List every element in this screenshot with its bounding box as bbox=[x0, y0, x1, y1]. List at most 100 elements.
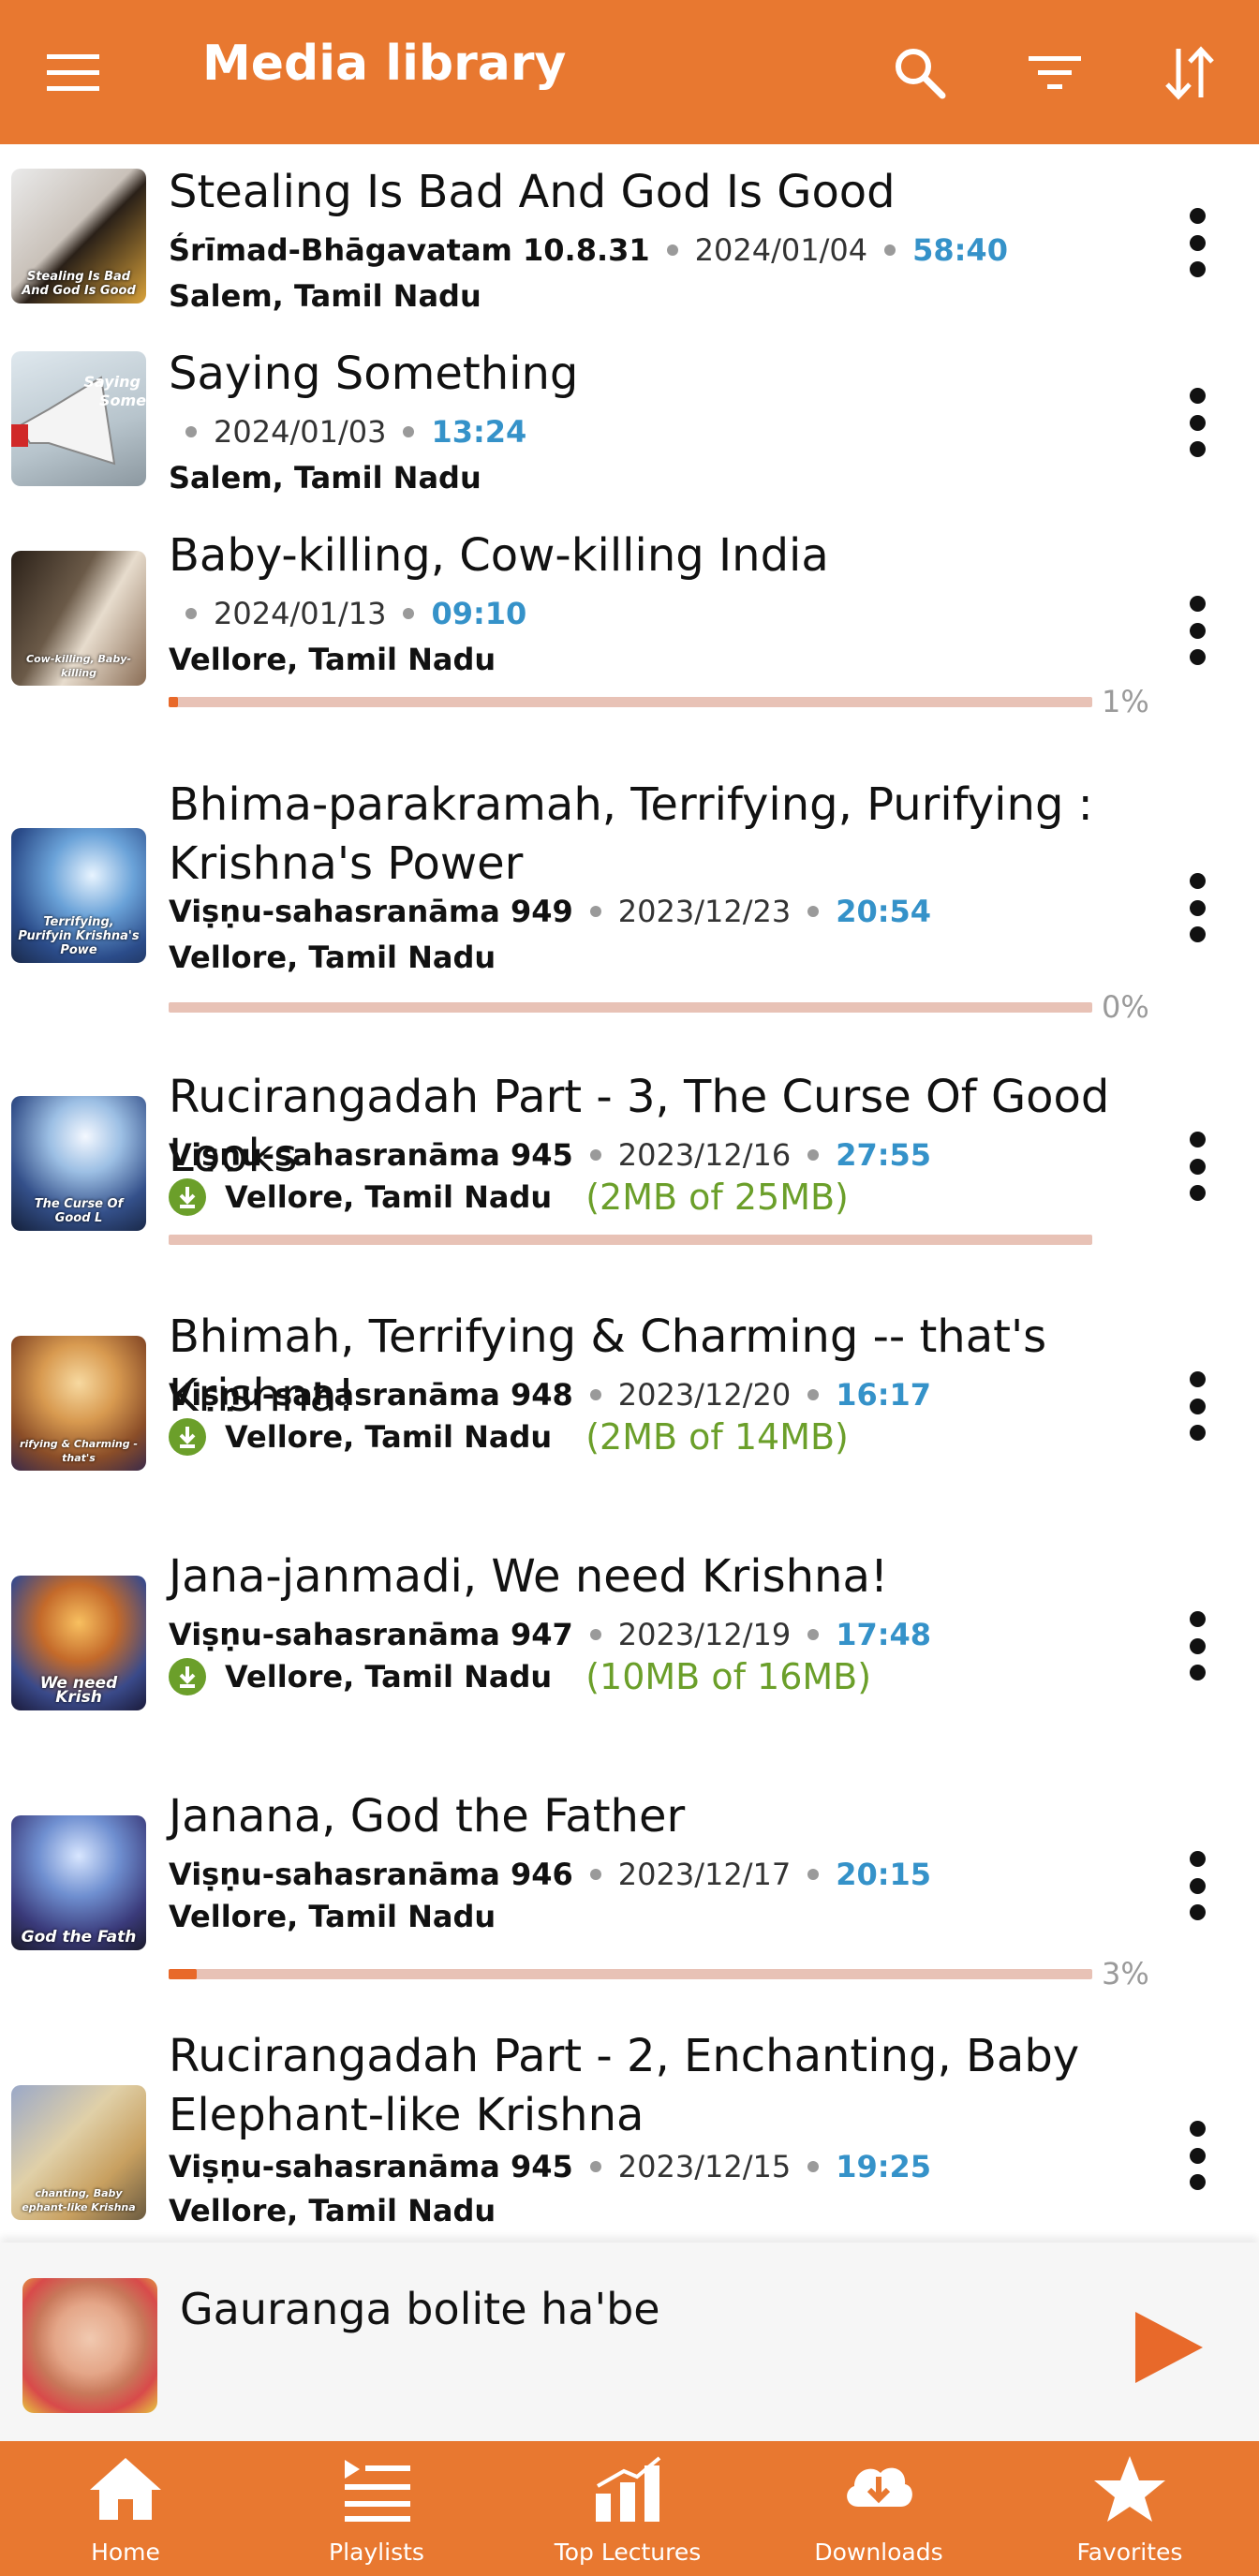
nav-label: Favorites bbox=[1076, 2539, 1183, 2566]
separator-dot bbox=[403, 608, 415, 619]
list-item[interactable]: Stealing Is Bad And God Is Good Stealing… bbox=[0, 144, 1259, 326]
sort-icon[interactable] bbox=[1152, 36, 1227, 111]
nav-label: Downloads bbox=[814, 2539, 943, 2566]
item-title: Jana-janmadi, We need Krishna! bbox=[169, 1550, 889, 1603]
progress-bar bbox=[169, 697, 1092, 707]
scripture-ref: Viṣṇu-sahasranāma 946 bbox=[169, 1857, 573, 1892]
scripture-ref: Viṣṇu-sahasranāma 945 bbox=[169, 2149, 573, 2184]
nav-playlists[interactable]: Playlists bbox=[251, 2441, 502, 2576]
item-duration: 09:10 bbox=[431, 596, 527, 631]
nav-favorites[interactable]: Favorites bbox=[1004, 2441, 1255, 2576]
thumbnail: Stealing Is Bad And God Is Good bbox=[11, 169, 146, 303]
progress-bar bbox=[169, 1002, 1092, 1013]
item-title: Bhima-parakramah, Terrifying, Purifying … bbox=[169, 778, 1093, 890]
item-duration: 19:25 bbox=[836, 2149, 932, 2184]
more-options-icon[interactable] bbox=[1169, 2113, 1225, 2198]
now-playing-title: Gauranga bolite ha'be bbox=[180, 2284, 660, 2334]
scripture-ref: Viṣṇu-sahasranāma 948 bbox=[169, 1377, 573, 1413]
separator-dot bbox=[185, 426, 197, 437]
item-duration: 20:15 bbox=[836, 1857, 932, 1892]
thumbnail: rifying & Charming - that's bbox=[11, 1336, 146, 1471]
thumbnail: God the Fath bbox=[11, 1815, 146, 1950]
thumbnail: We need Krish bbox=[11, 1576, 146, 1710]
more-options-icon[interactable] bbox=[1169, 380, 1225, 465]
downloading-icon bbox=[169, 1178, 206, 1216]
item-meta: Viṣṇu-sahasranāma 946 2023/12/17 20:15 bbox=[169, 1853, 931, 1896]
item-location: Vellore, Tamil Nadu (10MB of 16MB) bbox=[169, 1656, 871, 1697]
thumbnail-caption: Cow-killing, Baby-killing bbox=[26, 653, 131, 679]
scripture-ref: Viṣṇu-sahasranāma 945 bbox=[169, 1137, 573, 1173]
more-options-icon[interactable] bbox=[1169, 866, 1225, 950]
item-meta: Viṣṇu-sahasranāma 948 2023/12/20 16:17 bbox=[169, 1373, 931, 1416]
location-text: Vellore, Tamil Nadu bbox=[225, 1179, 553, 1215]
location-text: Vellore, Tamil Nadu bbox=[169, 642, 496, 677]
more-options-icon[interactable] bbox=[1169, 1843, 1225, 1928]
nav-home[interactable]: Home bbox=[0, 2441, 251, 2576]
separator-dot bbox=[807, 1629, 820, 1640]
mini-player[interactable]: Gauranga bolite ha'be bbox=[0, 2243, 1259, 2441]
nav-top-lectures[interactable]: Top Lectures bbox=[502, 2441, 753, 2576]
list-item[interactable]: rifying & Charming - that's Bhimah, Terr… bbox=[0, 1285, 1259, 1525]
item-date: 2023/12/23 bbox=[617, 894, 792, 929]
separator-dot bbox=[807, 1149, 820, 1161]
list-item[interactable]: Cow-killing, Baby-killing Baby-killing, … bbox=[0, 508, 1259, 748]
nav-label: Playlists bbox=[329, 2539, 424, 2566]
thumbnail-caption: chanting, Baby ephant-like Krishna bbox=[22, 2187, 136, 2213]
separator-dot bbox=[589, 906, 601, 917]
thumbnail: Cow-killing, Baby-killing bbox=[11, 551, 146, 686]
menu-icon[interactable] bbox=[47, 41, 112, 107]
progress-percent: 3% bbox=[1102, 1956, 1149, 1991]
home-icon bbox=[90, 2458, 161, 2520]
page-title: Media library bbox=[202, 36, 567, 92]
media-list[interactable]: Stealing Is Bad And God Is Good Stealing… bbox=[0, 144, 1259, 2243]
separator-dot bbox=[589, 1389, 601, 1400]
thumbnail-caption: rifying & Charming - that's bbox=[20, 1438, 138, 1464]
app-bar: Media library bbox=[0, 0, 1259, 144]
item-meta: Viṣṇu-sahasranāma 945 2023/12/16 27:55 bbox=[169, 1133, 931, 1177]
item-title: Stealing Is Bad And God Is Good bbox=[169, 166, 896, 218]
separator-dot bbox=[807, 906, 820, 917]
list-item[interactable]: The Curse Of Good L Rucirangadah Part - … bbox=[0, 1045, 1259, 1285]
separator-dot bbox=[807, 2161, 820, 2172]
filter-icon[interactable] bbox=[1017, 36, 1092, 111]
list-item[interactable]: Saying Some Saying Something 2024/01/03 … bbox=[0, 326, 1259, 508]
scripture-ref: Śrīmad-Bhāgavatam 10.8.31 bbox=[169, 232, 650, 268]
list-item[interactable]: chanting, Baby ephant-like Krishna Rucir… bbox=[0, 2005, 1259, 2243]
item-duration: 13:24 bbox=[431, 414, 527, 450]
svg-text:Some: Some bbox=[99, 392, 146, 409]
more-options-icon[interactable] bbox=[1169, 588, 1225, 673]
item-location: Vellore, Tamil Nadu (2MB of 14MB) bbox=[169, 1416, 849, 1458]
downloading-icon bbox=[169, 1418, 206, 1456]
download-progress: (2MB of 25MB) bbox=[585, 1177, 849, 1218]
list-item[interactable]: Terrifying, Purifyin Krishna's Powe Bhim… bbox=[0, 748, 1259, 1045]
item-title: Rucirangadah Part - 2, Enchanting, Baby … bbox=[169, 2030, 1080, 2141]
item-date: 2023/12/17 bbox=[617, 1857, 792, 1892]
more-options-icon[interactable] bbox=[1169, 1364, 1225, 1448]
item-location: Salem, Tamil Nadu bbox=[169, 457, 481, 498]
thumbnail-caption: Stealing Is Bad And God Is Good bbox=[22, 270, 136, 298]
item-location: Vellore, Tamil Nadu bbox=[169, 2190, 496, 2231]
item-title: Janana, God the Father bbox=[169, 1790, 686, 1843]
list-item[interactable]: God the Fath Janana, God the Father Viṣṇ… bbox=[0, 1765, 1259, 2005]
progress-bar bbox=[169, 1969, 1092, 1979]
bottom-navigation: Home Playlists Top Lectures Downloads Fa… bbox=[0, 2441, 1259, 2576]
item-date: 2024/01/13 bbox=[214, 596, 387, 631]
more-options-icon[interactable] bbox=[1169, 1604, 1225, 1688]
thumbnail: The Curse Of Good L bbox=[11, 1096, 146, 1231]
search-icon[interactable] bbox=[882, 36, 957, 111]
downloading-icon bbox=[169, 1658, 206, 1695]
item-title: Saying Something bbox=[169, 348, 579, 400]
more-options-icon[interactable] bbox=[1169, 1124, 1225, 1208]
separator-dot bbox=[403, 426, 415, 437]
svg-text:Saying: Saying bbox=[83, 373, 141, 391]
item-date: 2023/12/16 bbox=[617, 1137, 792, 1173]
download-progress: (2MB of 14MB) bbox=[585, 1416, 849, 1458]
item-duration: 17:48 bbox=[836, 1617, 932, 1652]
play-icon[interactable] bbox=[1122, 2301, 1216, 2394]
location-text: Vellore, Tamil Nadu bbox=[169, 1899, 496, 1934]
thumbnail-caption: Terrifying, Purifyin Krishna's Powe bbox=[18, 915, 140, 957]
list-item[interactable]: We need Krish Jana-janmadi, We need Kris… bbox=[0, 1525, 1259, 1765]
separator-dot bbox=[589, 2161, 601, 2172]
nav-downloads[interactable]: Downloads bbox=[753, 2441, 1004, 2576]
more-options-icon[interactable] bbox=[1169, 200, 1225, 285]
